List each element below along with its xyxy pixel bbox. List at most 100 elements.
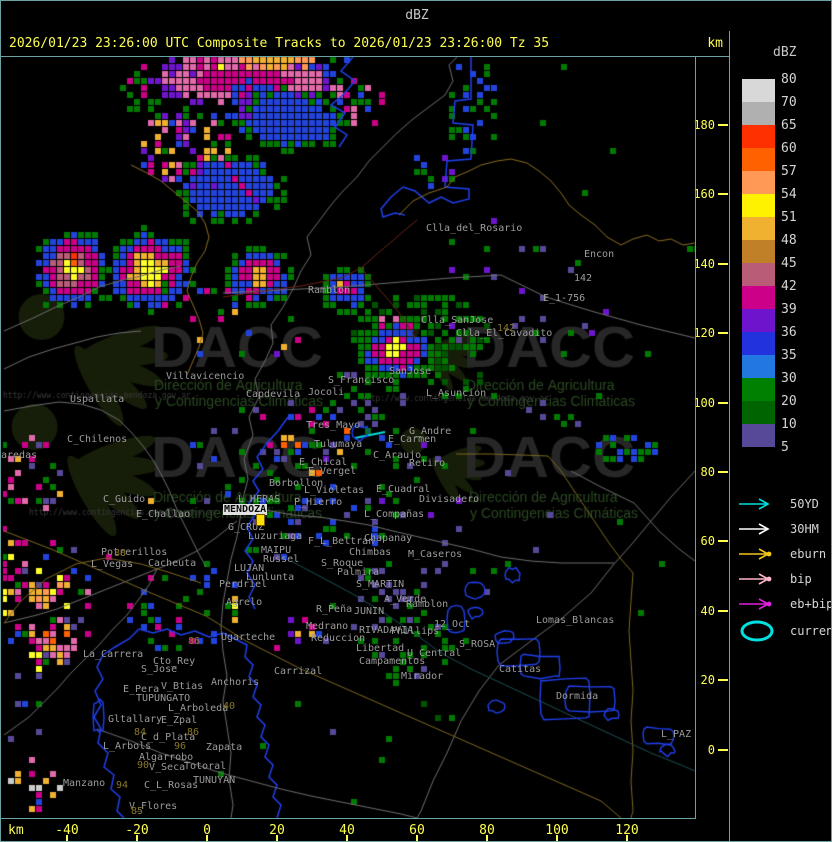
track-legend-label: bip bbox=[790, 572, 812, 586]
bottom-axis-tick bbox=[346, 835, 348, 842]
place-label: Manzano bbox=[63, 778, 105, 789]
place-label: C_Guido bbox=[103, 494, 145, 505]
place-label: Carrizal bbox=[274, 666, 322, 677]
place-label: V_Seca bbox=[149, 762, 185, 773]
bottom-axis-tick bbox=[206, 835, 208, 842]
place-label: Catitas bbox=[499, 664, 541, 675]
place-label: L_Arbols bbox=[103, 741, 151, 752]
place-label: TUNUYAN bbox=[193, 775, 235, 786]
route-number-label: 142 bbox=[497, 323, 515, 334]
dbz-swatch bbox=[742, 217, 775, 240]
dbz-swatch bbox=[742, 401, 775, 424]
right-axis-tick bbox=[718, 679, 728, 681]
place-label: Zapata bbox=[206, 742, 242, 753]
route-number-label: 88 bbox=[114, 548, 126, 559]
place-label: Ramblon bbox=[308, 285, 350, 296]
dbz-swatch bbox=[742, 79, 775, 102]
track-legend-label: current bbox=[790, 624, 832, 638]
legend-title: dBZ bbox=[773, 45, 796, 60]
dbz-swatch bbox=[742, 148, 775, 171]
place-label: L_Asuncion bbox=[426, 388, 486, 399]
place-label: S_Jose bbox=[141, 664, 177, 675]
bottom-axis-tick bbox=[136, 835, 138, 842]
place-label: Tulumaya bbox=[314, 439, 362, 450]
route-number-label: 86 bbox=[187, 727, 199, 738]
place-label: E_1-756 bbox=[543, 293, 585, 304]
dbz-scale-label: 5 bbox=[781, 440, 811, 455]
dbz-scale-label: 54 bbox=[781, 187, 811, 202]
place-label: 142 bbox=[574, 273, 592, 284]
right-axis-tick bbox=[718, 610, 728, 612]
dbz-scale-label: 70 bbox=[781, 95, 811, 110]
place-label: Tres_Mayo bbox=[306, 420, 360, 431]
place-label: Medrano bbox=[306, 621, 348, 632]
place-label: Perdriel bbox=[219, 579, 267, 590]
dbz-scale-label: 51 bbox=[781, 210, 811, 225]
place-label: Dormida bbox=[556, 691, 598, 702]
dbz-scale-label: 65 bbox=[781, 118, 811, 133]
place-label: C_L_Rosas bbox=[144, 780, 198, 791]
place-label: L_Vegas bbox=[91, 559, 133, 570]
radar-app-window: aredasUspallataC_ChilenosVillavicencioCa… bbox=[0, 0, 832, 842]
50YD-arrow-icon bbox=[738, 496, 778, 512]
dbz-scale-label: 10 bbox=[781, 417, 811, 432]
track-legend-label: 30HM bbox=[790, 522, 819, 536]
place-label: Gltallary bbox=[108, 714, 162, 725]
place-label: E_Challao bbox=[136, 509, 190, 520]
legend-panel: dBZ 807065605754514845423936353020105 50… bbox=[729, 31, 832, 842]
right-axis-tick bbox=[718, 332, 728, 334]
place-label: S_ROSA bbox=[459, 639, 495, 650]
dbz-scale-label: 60 bbox=[781, 141, 811, 156]
place-label: L_PAZ bbox=[661, 729, 691, 740]
right-axis-tick bbox=[718, 540, 728, 542]
place-label: Retiro bbox=[409, 458, 445, 469]
route-number-label: 86 bbox=[188, 636, 200, 647]
track-legend-label: eburn bbox=[790, 547, 826, 561]
right-axis-tick bbox=[718, 124, 728, 126]
place-label: E_Carmen bbox=[388, 434, 436, 445]
bottom-axis-tick bbox=[556, 835, 558, 842]
dbz-scale-label: 57 bbox=[781, 164, 811, 179]
place-label: E_Zpal bbox=[161, 715, 197, 726]
place-label: SanJose bbox=[389, 366, 431, 377]
place-label: R_Peña bbox=[316, 604, 352, 615]
place-label: Uspallata bbox=[70, 394, 124, 405]
place-label: Palmira bbox=[337, 567, 379, 578]
bottom-axis-tick bbox=[486, 835, 488, 842]
place-label: JUNIN bbox=[354, 606, 384, 617]
route-number-label: 84 bbox=[134, 727, 146, 738]
track-legend-item: eb+bip bbox=[738, 596, 830, 612]
place-label: Russel bbox=[263, 554, 299, 565]
place-label: Phillips bbox=[391, 626, 439, 637]
place-label: L_Violetas bbox=[304, 485, 364, 496]
place-label: S_Francisco bbox=[328, 375, 394, 386]
track-legend-item: bip bbox=[738, 571, 830, 587]
track-legend-label: 50YD bbox=[790, 497, 819, 511]
map-right-border bbox=[695, 56, 696, 819]
dbz-swatch bbox=[742, 286, 775, 309]
place-label: Ugarteche bbox=[221, 632, 275, 643]
place-label: aredas bbox=[1, 450, 37, 461]
header-bar: 2026/01/23 23:26:00 UTC Composite Tracks… bbox=[1, 31, 729, 57]
place-label: Encon bbox=[584, 249, 614, 260]
place-label: Clla_SanJose bbox=[421, 315, 493, 326]
eb+bip-arrow-icon bbox=[738, 596, 778, 612]
right-axis-unit: km bbox=[707, 31, 723, 56]
track-legend-item: current bbox=[738, 619, 830, 643]
place-label: L_Compañas bbox=[364, 509, 424, 520]
bottom-axis-tick bbox=[276, 835, 278, 842]
place-label: S_MARTIN bbox=[356, 579, 404, 590]
dbz-scale-label: 39 bbox=[781, 302, 811, 317]
dbz-swatch bbox=[742, 171, 775, 194]
place-label: M_Caseros bbox=[408, 549, 462, 560]
place-label: Ramblon bbox=[406, 599, 448, 610]
dbz-swatch bbox=[742, 125, 775, 148]
route-number-label: 94 bbox=[116, 780, 128, 791]
route-number-label: 85 bbox=[131, 806, 143, 817]
right-axis-tick bbox=[718, 193, 728, 195]
place-label: F_L_Beltran bbox=[308, 536, 374, 547]
dbz-scale-label: 45 bbox=[781, 256, 811, 271]
route-number-label: 40 bbox=[223, 701, 235, 712]
dbz-swatch bbox=[742, 194, 775, 217]
bottom-axis-unit: km bbox=[8, 823, 24, 838]
